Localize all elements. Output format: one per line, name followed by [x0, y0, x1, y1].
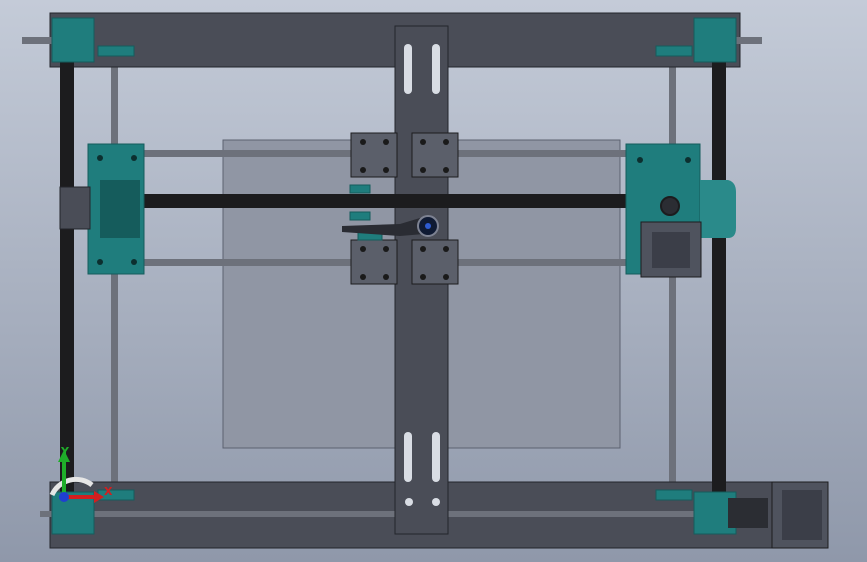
cad-assembly-canvas[interactable]: Y X	[0, 0, 867, 562]
bracket-hole	[131, 155, 137, 161]
bearing-block	[350, 132, 398, 178]
slot-bottom-right	[432, 432, 440, 482]
bearing-block	[411, 132, 459, 178]
rod-left-vertical	[111, 20, 118, 530]
idler-pulley-hub	[425, 223, 431, 229]
y-motor-face	[782, 490, 822, 540]
drive-pulley	[660, 196, 680, 216]
bracket-hole	[97, 155, 103, 161]
screw-hole	[360, 274, 366, 280]
slot-bottom-left	[404, 432, 412, 482]
slot-top-right	[432, 44, 440, 94]
bracket-hole	[685, 157, 691, 163]
screw-hole	[383, 167, 389, 173]
belt-wrap	[59, 186, 91, 230]
rod-clamp	[655, 489, 693, 501]
belt-right	[712, 30, 726, 520]
screw-hole	[420, 167, 426, 173]
screw-hole	[360, 139, 366, 145]
slot-top-left	[404, 44, 412, 94]
screw-hole	[420, 274, 426, 280]
plate-hole	[405, 498, 413, 506]
screw-hole	[383, 274, 389, 280]
screw-hole	[360, 167, 366, 173]
belt-clamp	[349, 211, 371, 221]
screw-hole	[383, 139, 389, 145]
axis-z-dot	[59, 492, 69, 502]
motor-face	[652, 232, 690, 268]
axis-x-label: X	[104, 485, 113, 498]
axis-y-label: Y	[60, 445, 70, 458]
bracket-hole	[637, 157, 643, 163]
rod-clamp	[97, 45, 135, 57]
screw-hole	[420, 246, 426, 252]
bracket-hole	[131, 259, 137, 265]
bracket-hole	[97, 259, 103, 265]
screw-hole	[360, 246, 366, 252]
screw-hole	[420, 139, 426, 145]
screw-hole	[443, 246, 449, 252]
belt-x	[110, 194, 680, 208]
rod-clamp	[655, 45, 693, 57]
belt-clamp	[349, 184, 371, 194]
screw-hole	[443, 167, 449, 173]
screw-hole	[443, 274, 449, 280]
cad-viewport[interactable]: Y X	[0, 0, 867, 562]
screw-hole	[443, 139, 449, 145]
bearing-block	[350, 239, 398, 285]
bracket-inner	[100, 180, 140, 238]
corner-bracket-top-left	[51, 17, 95, 63]
plate-hole	[432, 498, 440, 506]
motor-coupler	[728, 498, 768, 528]
corner-bracket-top-right	[693, 17, 737, 63]
motor-mount-lip	[700, 180, 736, 238]
screw-hole	[383, 246, 389, 252]
bearing-block	[411, 239, 459, 285]
